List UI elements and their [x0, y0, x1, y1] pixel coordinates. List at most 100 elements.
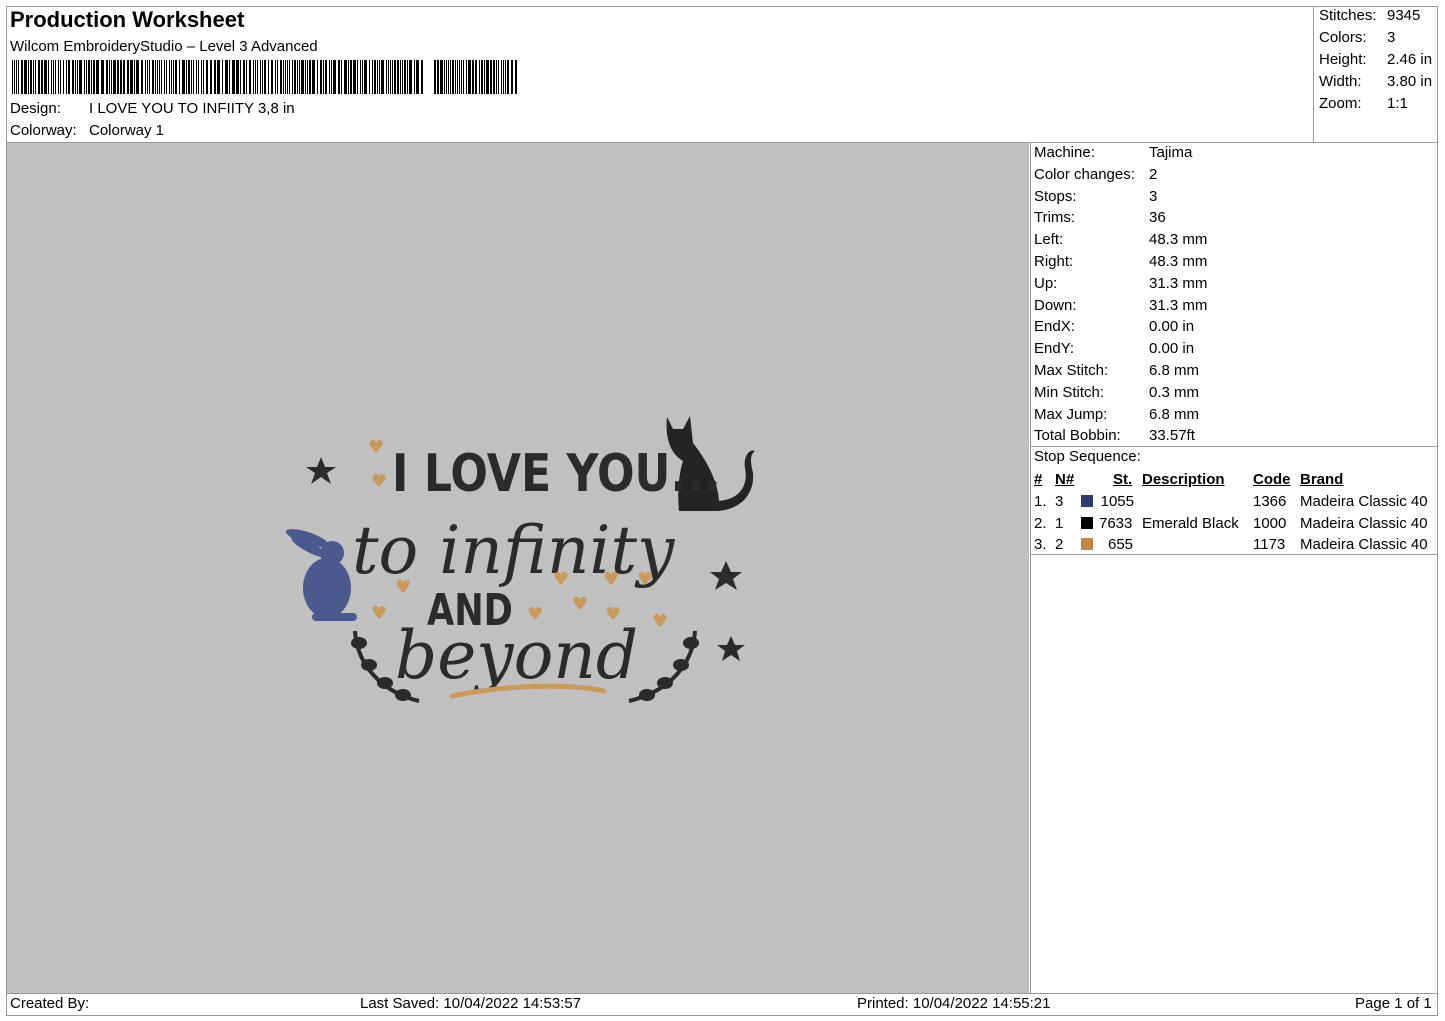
- barcode-bar: [222, 60, 223, 94]
- barcode-bar: [58, 60, 59, 94]
- barcode-bar: [161, 60, 162, 94]
- thread-color-swatch: [1081, 538, 1093, 551]
- machine-label: Total Bobbin:: [1034, 427, 1121, 445]
- barcode-bar: [448, 60, 449, 94]
- barcode-bar: [72, 60, 74, 94]
- row-code: 1000: [1253, 514, 1287, 532]
- barcode-bar: [77, 60, 78, 94]
- barcode-bar: [201, 60, 202, 94]
- barcode-bar: [390, 60, 391, 94]
- summary-row: Zoom: 1:1: [1319, 95, 1432, 117]
- barcode-bar: [353, 60, 356, 94]
- barcode-bar: [48, 60, 49, 94]
- barcode-bar: [394, 60, 396, 94]
- row-stitches: 1055: [1100, 492, 1134, 510]
- summary-row: Colors: 3: [1319, 29, 1432, 51]
- heart-icon: ♥: [371, 603, 387, 624]
- barcode-bar: [60, 60, 61, 94]
- summary-value: 1:1: [1387, 95, 1408, 112]
- barcode-bar: [507, 60, 509, 94]
- thread-color-swatch: [1081, 516, 1093, 529]
- barcode-bar: [323, 60, 324, 94]
- barcode-bar: [416, 60, 419, 94]
- barcode-bar: [243, 60, 245, 94]
- barcode-bar: [496, 60, 497, 94]
- star-icon: [710, 561, 742, 590]
- machine-row: Down: 31.3 mm: [1034, 296, 1207, 318]
- heart-icon: ♥: [371, 471, 387, 492]
- design-row: Design: I LOVE YOU TO INFIITY 3,8 in: [10, 100, 295, 117]
- barcode-bar: [14, 60, 15, 94]
- machine-label: Up:: [1034, 274, 1058, 292]
- summary-row: Height: 2.46 in: [1319, 51, 1432, 73]
- thread-color-swatch: [1081, 494, 1093, 507]
- barcode-bar: [33, 60, 34, 94]
- bunny-icon: [285, 529, 357, 621]
- row-num: 3.: [1034, 536, 1047, 554]
- barcode-bar: [196, 60, 197, 94]
- barcode-bar: [277, 60, 278, 94]
- barcode-bar: [193, 60, 194, 94]
- barcode-bar: [21, 60, 23, 94]
- barcode-bar: [145, 60, 146, 94]
- barcode-bar: [152, 60, 154, 94]
- barcode-bar: [372, 60, 373, 94]
- machine-row: EndY: 0.00 in: [1034, 339, 1207, 361]
- barcode-bar: [486, 60, 489, 94]
- barcode-bar: [166, 60, 167, 94]
- barcode-bar: [344, 60, 347, 94]
- machine-row: Machine: Tajima: [1034, 143, 1207, 165]
- barcode-bar: [93, 60, 95, 94]
- artwork-line-4: beyond: [395, 617, 638, 694]
- last-saved: Last Saved: 10/04/2022 14:53:57: [360, 995, 582, 1012]
- barcode-bar: [463, 60, 464, 94]
- heart-icon: ♥: [637, 569, 653, 590]
- barcode-bar: [24, 60, 27, 94]
- barcode-bar: [214, 60, 216, 94]
- artwork-line-1: I LOVE YOU...: [392, 444, 721, 504]
- machine-row: Stops: 3: [1034, 187, 1207, 209]
- summary-label: Stitches:: [1319, 7, 1377, 24]
- row-brand: Madeira Classic 40: [1300, 492, 1428, 510]
- barcode-bar: [127, 60, 129, 94]
- colorway-value: Colorway 1: [89, 122, 165, 139]
- barcode-bar: [179, 60, 180, 94]
- barcode-bar: [217, 60, 220, 94]
- summary-label: Height:: [1319, 51, 1367, 68]
- barcode-bar: [173, 60, 174, 94]
- barcode-bar: [466, 60, 467, 94]
- design-value: I LOVE YOU TO INFIITY 3,8 in: [89, 100, 295, 117]
- barcode-bar: [28, 60, 29, 94]
- barcode-bar: [63, 60, 64, 94]
- summary-label: Width:: [1319, 73, 1362, 90]
- row-code: 1173: [1253, 536, 1286, 554]
- barcode-bar: [229, 60, 230, 94]
- barcode-bar: [329, 60, 330, 94]
- barcode-bar: [164, 60, 165, 94]
- stop-sequence-title: Stop Sequence:: [1034, 448, 1141, 465]
- barcode-bar: [377, 60, 378, 94]
- machine-row: Up: 31.3 mm: [1034, 274, 1207, 296]
- machine-label: Trims:: [1034, 209, 1076, 227]
- barcode-bar: [66, 60, 67, 94]
- machine-label: Max Stitch:: [1034, 361, 1109, 379]
- barcode-bar: [86, 60, 87, 94]
- barcode-bar: [188, 60, 190, 94]
- barcode-bar: [68, 60, 70, 94]
- machine-label: Machine:: [1034, 144, 1095, 161]
- barcode-bar: [136, 60, 139, 94]
- machine-label: Max Jump:: [1034, 405, 1108, 423]
- barcode-bar: [348, 60, 349, 94]
- barcode-bar: [171, 60, 172, 94]
- machine-label: Down:: [1034, 296, 1077, 314]
- machine-label: Right:: [1034, 252, 1074, 270]
- barcode-bar: [271, 60, 273, 94]
- design-preview: I LOVE YOU... to infinity AND beyond ♥ ♥…: [7, 143, 1029, 993]
- barcode-bar: [186, 60, 187, 94]
- barcode-bar: [84, 60, 85, 94]
- summary-row: Width: 3.80 in: [1319, 73, 1432, 95]
- row-needle: 3: [1055, 492, 1064, 510]
- machine-value: Tajima: [1149, 144, 1193, 161]
- barcode-bar: [191, 60, 192, 94]
- col-header-brand: Brand: [1300, 471, 1344, 488]
